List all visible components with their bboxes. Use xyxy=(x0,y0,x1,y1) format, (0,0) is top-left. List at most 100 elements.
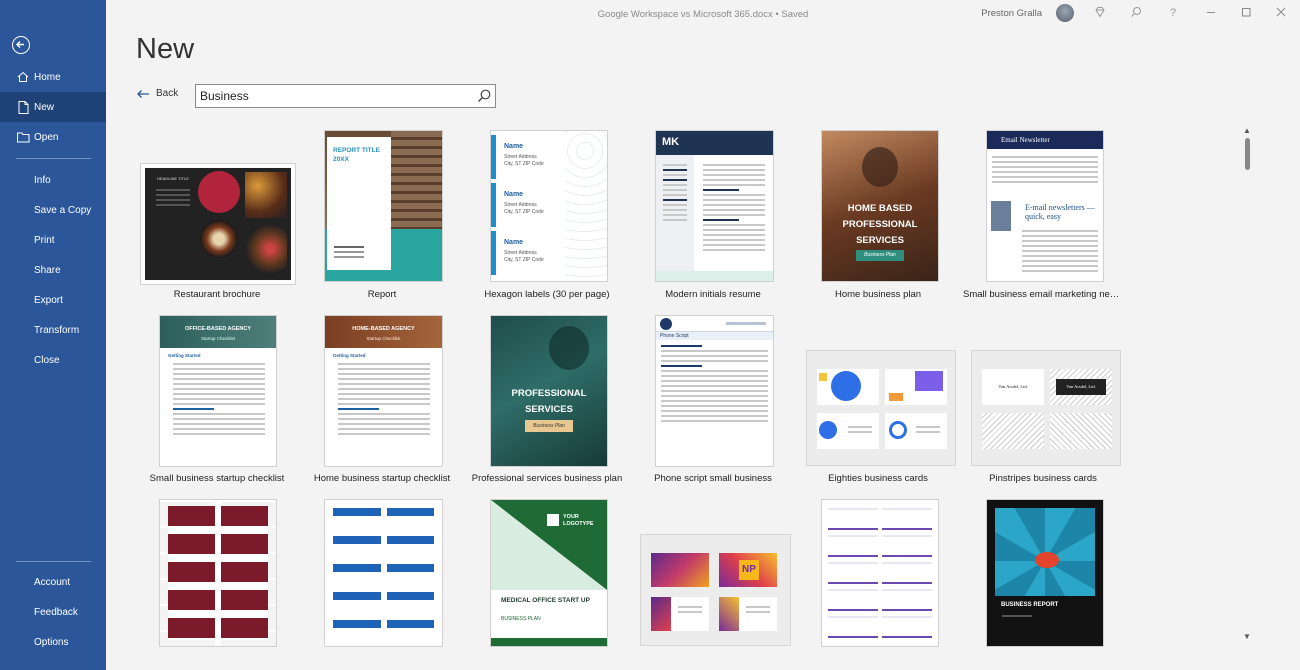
template-label: Restaurant brochure xyxy=(173,289,261,300)
sidebar-item-transform[interactable]: Transform xyxy=(0,315,106,345)
thumb-sub: Startup Checklist xyxy=(366,336,401,341)
sidebar-item-account[interactable]: Account xyxy=(0,567,106,597)
sidebar-item-label: Export xyxy=(34,294,63,306)
template-label: Hexagon labels (30 per page) xyxy=(484,289,610,300)
diamond-icon[interactable] xyxy=(1093,6,1107,20)
minimize-icon[interactable] xyxy=(1204,6,1218,20)
scrollbar[interactable]: ▲ ▼ xyxy=(1240,126,1254,646)
document-title: Google Workspace vs Microsoft 365.docx •… xyxy=(597,9,809,20)
sidebar-divider xyxy=(16,561,91,562)
sidebar-item-info[interactable]: Info xyxy=(0,165,106,195)
template-restaurant-brochure[interactable]: HEADLINE TITLE Restaurant brochure xyxy=(137,130,297,305)
folder-icon xyxy=(15,132,31,143)
thumb-sub: E-mail newsletters — quick, easy xyxy=(1025,203,1095,221)
template-email-newsletter[interactable]: Email Newsletter E-mail newsletters — qu… xyxy=(963,130,1123,305)
template-label: Home business startup checklist xyxy=(313,473,451,484)
template-thumbnail: OFFICE-BASED AGENCY Startup Checklist Ge… xyxy=(160,316,276,466)
template-small-business-startup-checklist[interactable]: OFFICE-BASED AGENCY Startup Checklist Ge… xyxy=(137,314,297,489)
thumb-address: Street Address xyxy=(504,202,537,208)
sidebar-item-label: Info xyxy=(34,174,51,186)
close-icon[interactable] xyxy=(1274,6,1288,20)
template-professional-services-plan[interactable]: PROFESSIONAL SERVICES Business Plan Prof… xyxy=(467,314,627,489)
thumb-mark: NP xyxy=(739,560,759,580)
maximize-icon[interactable] xyxy=(1239,6,1253,20)
template-eighties-business-cards[interactable]: Eighties business cards xyxy=(798,314,958,489)
template-thumbnail xyxy=(325,500,442,646)
sidebar-item-label: Home xyxy=(34,71,61,83)
sidebar-divider xyxy=(16,158,91,159)
template-thumbnail: YOUR LOGOTYPE MEDICAL OFFICE START UP BU… xyxy=(491,500,607,646)
thumb-address: Street Address xyxy=(504,154,537,160)
template-thumbnail: NP xyxy=(640,534,791,646)
template-medical-office-startup[interactable]: YOUR LOGOTYPE MEDICAL OFFICE START UP BU… xyxy=(467,498,627,646)
thumb-logo: YOUR LOGOTYPE xyxy=(563,514,594,527)
template-pinstripes-business-cards[interactable]: Van Arsdel, Ltd. Van Arsdel, Ltd. Pinstr… xyxy=(963,314,1123,489)
template-label: Report xyxy=(367,289,397,300)
template-label: Professional services business plan xyxy=(471,473,623,484)
thumb-city: City, ST ZIP Code xyxy=(504,257,544,263)
thumb-sub: Business Plan xyxy=(525,420,573,432)
sidebar-item-label: Account xyxy=(34,576,71,588)
thumb-heading: REPORT TITLE 20XX xyxy=(333,147,380,163)
template-thumbnail: PROFESSIONAL SERVICES Business Plan xyxy=(491,316,607,466)
template-home-business-startup-checklist[interactable]: HOME-BASED AGENCY Startup Checklist Gett… xyxy=(302,314,462,489)
template-label: Phone script small business xyxy=(654,473,772,484)
avatar[interactable] xyxy=(1056,4,1074,22)
back-arrow-icon[interactable] xyxy=(12,36,30,54)
template-report[interactable]: REPORT TITLE 20XX Report xyxy=(302,130,462,305)
sidebar-item-print[interactable]: Print xyxy=(0,225,106,255)
thumb-heading: Email Newsletter xyxy=(1001,136,1050,144)
thumb-section: Getting Started xyxy=(333,353,366,358)
sidebar-item-open[interactable]: Open xyxy=(0,122,106,152)
thumb-heading: HEADLINE TITLE xyxy=(157,176,189,181)
sidebar-item-feedback[interactable]: Feedback xyxy=(0,597,106,627)
template-business-cards-purple[interactable]: NP xyxy=(633,498,793,646)
search-box xyxy=(195,84,496,108)
template-thumbnail xyxy=(822,500,938,646)
template-business-cards-red[interactable] xyxy=(137,498,297,646)
template-address-labels[interactable] xyxy=(798,498,958,646)
sidebar-item-new[interactable]: New xyxy=(0,92,106,122)
thumb-heading: MEDICAL OFFICE START UP xyxy=(501,597,590,604)
sidebar-item-save-a-copy[interactable]: Save a Copy xyxy=(0,195,106,225)
template-modern-initials-resume[interactable]: MK Modern initials resume xyxy=(633,130,793,305)
template-hexagon-labels[interactable]: Name Street Address City, ST ZIP Code Na… xyxy=(467,130,627,305)
template-label: Modern initials resume xyxy=(665,289,761,300)
thumb-name: Name xyxy=(504,191,524,198)
sidebar-item-home[interactable]: Home xyxy=(0,62,106,92)
template-thumbnail xyxy=(806,350,956,466)
sidebar-item-export[interactable]: Export xyxy=(0,285,106,315)
thumb-name: Name xyxy=(504,239,524,246)
feedback-icon[interactable] xyxy=(1129,6,1143,20)
template-label: Small business startup checklist xyxy=(149,473,285,484)
thumb-heading: BUSINESS REPORT xyxy=(1001,602,1059,608)
search-icon[interactable] xyxy=(476,88,492,104)
user-name[interactable]: Preston Gralla xyxy=(981,8,1042,19)
sidebar-item-label: Close xyxy=(34,354,60,366)
new-document-icon xyxy=(15,100,31,114)
sidebar-item-options[interactable]: Options xyxy=(0,627,106,657)
scroll-thumb[interactable] xyxy=(1245,138,1250,170)
left-arrow-icon xyxy=(137,89,149,98)
sidebar-item-close[interactable]: Close xyxy=(0,345,106,375)
thumb-city: City, ST ZIP Code xyxy=(504,161,544,167)
scroll-up-icon[interactable]: ▲ xyxy=(1243,126,1251,135)
thumb-sub: BUSINESS PLAN xyxy=(501,616,541,622)
title-bar: Google Workspace vs Microsoft 365.docx •… xyxy=(106,0,1300,28)
backstage-sidebar: Home New Open Info Save a Copy Print Sha… xyxy=(0,0,106,670)
sidebar-item-label: Feedback xyxy=(34,606,78,618)
scroll-down-icon[interactable]: ▼ xyxy=(1243,632,1251,641)
template-thumbnail: REPORT TITLE 20XX xyxy=(325,131,442,281)
template-thumbnail: Van Arsdel, Ltd. Van Arsdel, Ltd. xyxy=(971,350,1121,466)
search-input[interactable] xyxy=(200,88,470,104)
template-business-report[interactable]: BUSINESS REPORT xyxy=(963,498,1123,646)
sidebar-item-label: Save a Copy xyxy=(34,204,92,216)
sidebar-item-share[interactable]: Share xyxy=(0,255,106,285)
help-icon[interactable]: ? xyxy=(1166,6,1180,20)
back-button[interactable]: Back xyxy=(136,88,178,99)
template-business-cards-blue[interactable] xyxy=(302,498,462,646)
sidebar-item-label: Transform xyxy=(34,324,80,336)
template-phone-script[interactable]: Phone Script Phone script small business xyxy=(633,314,793,489)
template-home-business-plan[interactable]: HOME BASED PROFESSIONAL SERVICES Busines… xyxy=(798,130,958,305)
thumb-circle xyxy=(198,171,240,213)
